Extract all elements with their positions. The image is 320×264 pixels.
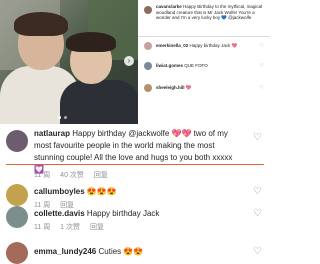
avatar[interactable] — [6, 184, 28, 206]
heart-icon[interactable]: ♡ — [260, 43, 264, 49]
comment-text: Happy birthday Jack — [86, 209, 160, 218]
comment-body: collette.davis Happy birthday Jack — [34, 208, 240, 220]
comment-username[interactable]: natlaurap — [34, 129, 70, 138]
next-photo-chevron-icon[interactable]: › — [124, 56, 134, 66]
comment-likes[interactable]: 1 次赞 — [60, 224, 80, 231]
carousel-dot-active — [58, 116, 61, 119]
avatar[interactable] — [144, 62, 152, 70]
comment-likes[interactable]: 40 次赞 — [60, 172, 84, 179]
carousel-dot — [64, 116, 67, 119]
heart-icon[interactable]: ♡ — [253, 186, 262, 197]
mini-text: Happy birthday Jack 💖 — [189, 43, 238, 48]
heart-icon[interactable]: ♡ — [253, 208, 262, 219]
comment-text: Cuties 😍😍 — [98, 247, 144, 256]
heart-icon[interactable]: ♡ — [260, 63, 264, 69]
post-photo[interactable]: › — [0, 0, 138, 124]
comment-body: callumboyles 😍😍😍 — [34, 186, 240, 198]
divider — [138, 36, 270, 37]
mini-comment-text: emerkinella_02 Happy birthday Jack 💖 — [156, 43, 264, 49]
photo-person-right-body — [60, 80, 138, 124]
comment-meta: 11 周 1 次赞 回复 — [34, 222, 112, 232]
avatar[interactable] — [144, 6, 152, 14]
reply-button[interactable]: 回复 — [90, 224, 104, 231]
avatar[interactable] — [6, 206, 28, 228]
avatar[interactable] — [6, 242, 28, 264]
mini-username[interactable]: cavanclarke — [156, 4, 182, 9]
comment-username[interactable]: emma_lundy246 — [34, 247, 96, 256]
mini-text: 💖 — [185, 85, 192, 90]
mini-text: QUE FOFO — [184, 63, 208, 68]
avatar[interactable] — [6, 130, 28, 152]
avatar[interactable] — [144, 42, 152, 50]
avatar[interactable] — [144, 84, 152, 92]
mini-comment-panel: cavanclarke Happy Birthday to the mythic… — [138, 0, 270, 124]
comment-time: 11 周 — [34, 172, 51, 179]
mini-comment-text: sheeleigh.hill 💖 — [156, 85, 264, 91]
mini-comment-text: liwiat.gomes QUE FOFO — [156, 63, 264, 69]
heart-icon[interactable]: ♡ — [260, 85, 264, 91]
mini-username[interactable]: emerkinella_02 — [156, 43, 188, 48]
reply-button[interactable]: 回复 — [94, 172, 108, 179]
mini-username[interactable]: liwiat.gomes — [156, 63, 183, 68]
heart-icon[interactable]: ♡ — [253, 132, 262, 143]
photo-person-right-hair — [66, 32, 116, 52]
photo-person-left-hair — [14, 12, 68, 36]
post-preview: › cavanclarke Happy Birthday to the myth… — [0, 0, 270, 124]
mini-username[interactable]: sheeleigh.hill — [156, 85, 185, 90]
heart-icon[interactable]: ♡ — [253, 246, 262, 257]
comment-text: 😍😍😍 — [86, 187, 117, 196]
comment-username[interactable]: collette.davis — [34, 209, 85, 218]
comment-username[interactable]: callumboyles — [34, 187, 85, 196]
comment-time: 11 周 — [34, 224, 51, 231]
mini-comment-text: cavanclarke Happy Birthday to the mythic… — [156, 4, 264, 21]
comment-body: emma_lundy246 Cuties 😍😍 — [34, 246, 240, 258]
comment-meta: 11 周 40 次赞 回复 — [34, 170, 116, 180]
carousel-dots — [58, 116, 67, 119]
comment-body: natlaurap Happy birthday @jackwolfe 💖💖 t… — [34, 128, 240, 176]
